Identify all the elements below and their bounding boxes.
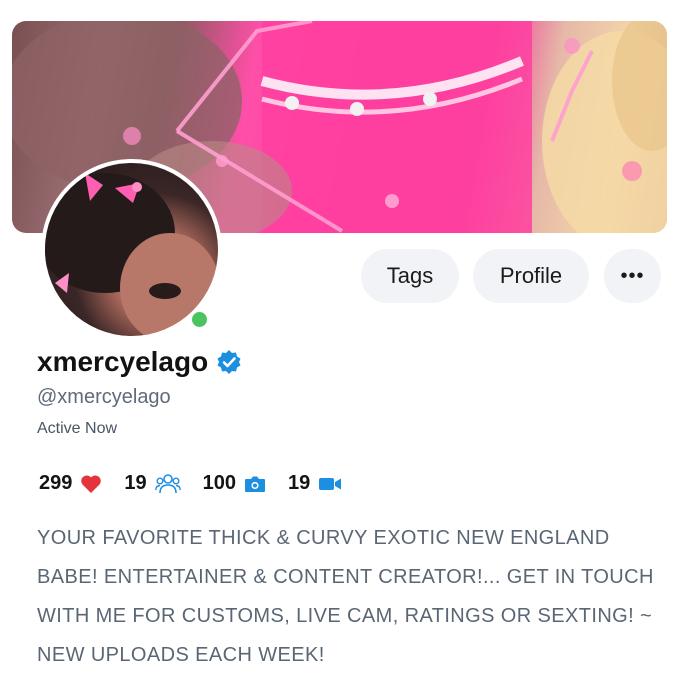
subscribers-count: 19 [124, 472, 147, 494]
active-status: Active Now [37, 420, 118, 437]
username-handle: @xmercyelago [37, 386, 171, 408]
name-row: xmercyelago [37, 346, 242, 378]
display-name: xmercyelago [37, 346, 209, 377]
likes-count: 299 [39, 472, 73, 494]
heart-icon [81, 474, 102, 493]
photos-count: 100 [202, 472, 236, 494]
likes-stat: 299 [39, 472, 102, 495]
verified-check-icon [217, 350, 241, 374]
camera-icon [245, 476, 265, 492]
more-options-button[interactable]: ••• [604, 249, 661, 303]
users-icon [154, 473, 181, 493]
profile-bio: YOUR FAVORITE THICK & CURVY EXOTIC NEW E… [37, 527, 654, 666]
photos-stat: 100 [203, 472, 266, 495]
online-status-dot [189, 309, 210, 330]
subscribers-stat: 19 [124, 472, 181, 495]
avatar-image [45, 163, 218, 336]
profile-button[interactable]: Profile [473, 249, 589, 303]
videos-count: 19 [288, 472, 311, 494]
videos-stat: 19 [288, 472, 342, 495]
stats-row: 299 19 100 19 [39, 472, 364, 495]
video-icon [319, 477, 342, 490]
tags-button[interactable]: Tags [361, 249, 459, 303]
